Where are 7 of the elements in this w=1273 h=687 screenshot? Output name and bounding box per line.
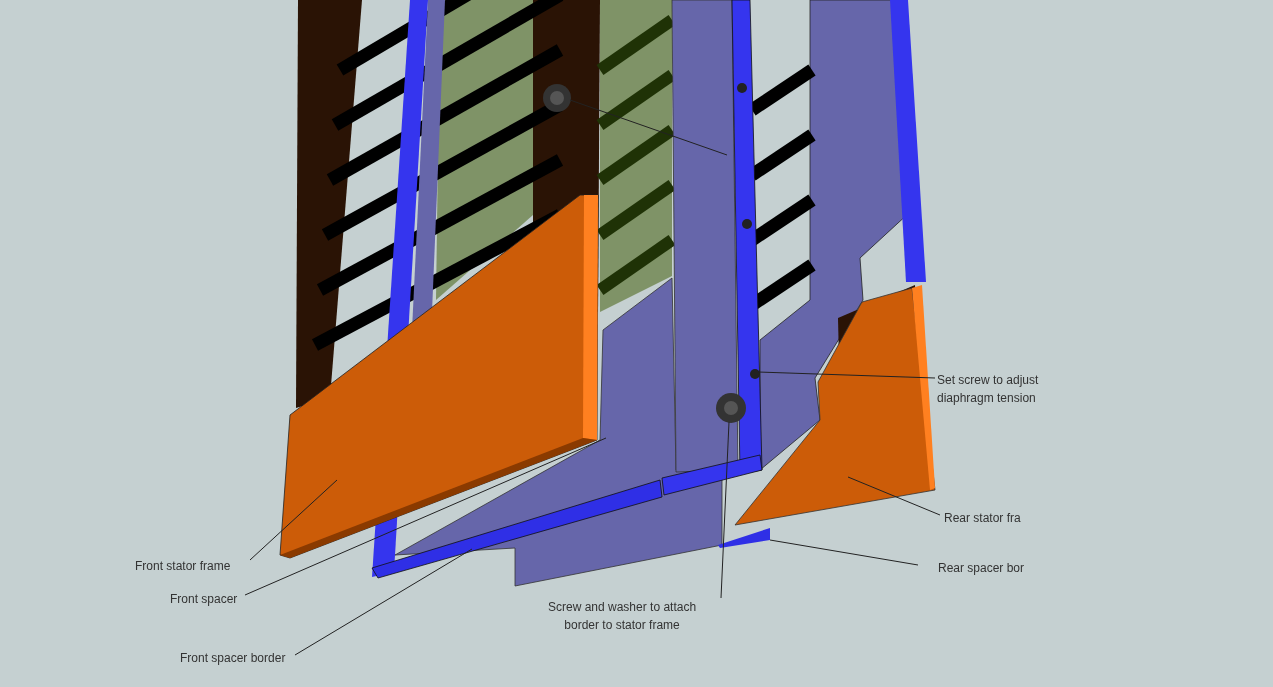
callout-label: Front spacer [170,591,238,608]
callout-label: Rear spacer bor [938,560,1025,577]
callout-label: Front spacer border [180,650,286,667]
callout-label: Rear stator fra [944,510,1021,527]
callout-label: Front stator frame [135,558,231,575]
callout-label: Screw and washer to attach border to stator frame [548,599,697,634]
callout-label: Set screw to adjust diaphragm tension [937,372,1039,407]
